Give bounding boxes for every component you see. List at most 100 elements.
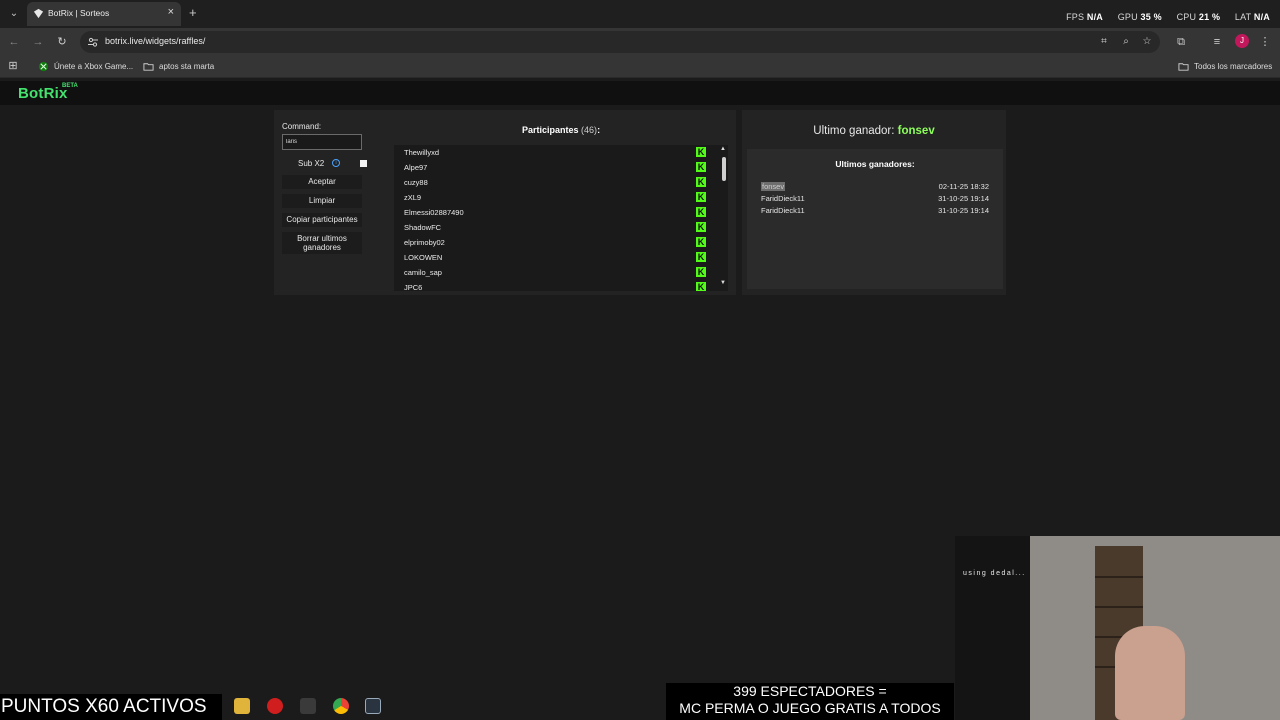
all-bookmarks-label: Todos los marcadores (1194, 62, 1273, 71)
beta-badge: BETA (62, 83, 78, 89)
kick-icon: K (696, 267, 706, 277)
scroll-up-icon[interactable]: ▲ (720, 146, 726, 152)
botrix-logo[interactable]: BotRix (18, 85, 68, 102)
folder-icon (143, 63, 154, 71)
winner-name: FaridDieck11 (761, 194, 805, 203)
site-info-icon[interactable] (87, 36, 99, 48)
zoom-icon[interactable]: ⌕ (1119, 35, 1133, 49)
winner-row: fonsev 02-11-25 18:32 (761, 182, 989, 194)
forward-icon[interactable]: → (30, 34, 46, 50)
participant-row: zXL9 K (404, 190, 710, 205)
last-winner: Ultimo ganador: fonsev (742, 125, 1006, 137)
kick-icon: K (696, 222, 706, 232)
info-icon[interactable]: i (332, 159, 340, 167)
kick-icon: K (696, 162, 706, 172)
participant-row: cuzy88 K (404, 175, 710, 190)
opera-icon[interactable] (267, 698, 283, 714)
points-overlay: PUNTOS X60 ACTIVOS (0, 694, 222, 720)
lat-label: LAT (1234, 12, 1252, 22)
app-header: BotRix BETA (0, 81, 1280, 105)
back-icon[interactable]: ← (6, 34, 22, 50)
participant-row: ShadowFC K (404, 220, 710, 235)
participant-name: ShadowFC (404, 223, 442, 232)
winner-name: fonsev (761, 182, 786, 191)
browser-tab-bar: ⌄ BotRix | Sorteos × + FPS N/A GPU 35 % … (0, 0, 1280, 28)
participants-colon: : (597, 125, 601, 135)
fps-label: FPS (1066, 12, 1085, 22)
participant-name: JPC6 (404, 283, 423, 291)
webcam-chair (1115, 626, 1185, 720)
translate-icon[interactable]: ⌗ (1097, 35, 1111, 49)
folder-icon (1178, 63, 1189, 71)
browser-tab[interactable]: BotRix | Sorteos × (27, 2, 181, 26)
botrix-favicon-icon (33, 8, 44, 19)
tab-search-icon[interactable]: ⌄ (6, 6, 22, 22)
webcam-feed: using dedal... (955, 536, 1280, 720)
scroll-down-icon[interactable]: ▼ (720, 280, 726, 286)
tab-close-icon[interactable]: × (168, 6, 174, 18)
profile-avatar[interactable]: J (1235, 34, 1249, 48)
winner-name: FaridDieck11 (761, 206, 805, 215)
last-winner-label: Ultimo ganador: (813, 125, 895, 137)
viewers-line-2: MC PERMA O JUEGO GRATIS A TODOS (679, 700, 941, 716)
winner-row: FaridDieck11 31-10-25 19:14 (761, 206, 989, 218)
command-label: Command: (282, 122, 322, 131)
participant-name: Alpe97 (404, 163, 428, 172)
kick-icon: K (696, 192, 706, 202)
address-bar[interactable]: botrix.live/widgets/raffles/ ⌗ ⌕ ☆ (80, 31, 1160, 53)
browser-toolbar: ← → ↻ botrix.live/widgets/raffles/ ⌗ ⌕ ☆… (0, 28, 1280, 56)
chrome-icon[interactable] (333, 698, 349, 714)
extensions-icon[interactable]: ⧉ (1173, 34, 1189, 50)
kick-icon: K (696, 237, 706, 247)
participant-name: zXL9 (404, 193, 422, 202)
participant-name: elprimoby02 (404, 238, 445, 247)
winner-date: 31-10-25 19:14 (938, 194, 989, 203)
all-bookmarks[interactable]: Todos los marcadores (1178, 61, 1272, 72)
bookmark-star-icon[interactable]: ☆ (1140, 35, 1154, 49)
participants-title: Participantes (46): (522, 125, 600, 135)
participant-name: camilo_sap (404, 268, 442, 277)
bookmarks-bar: ⊞ Únete a Xbox Game... aptos sta marta T… (0, 56, 1280, 78)
reading-list-icon[interactable]: ≡ (1209, 34, 1225, 50)
gpu-label: GPU (1117, 12, 1138, 22)
raffle-panel: Command: Sub X2 i Aceptar Limpiar Copiar… (274, 110, 736, 295)
accept-button[interactable]: Aceptar (282, 175, 362, 189)
reload-icon[interactable]: ↻ (54, 34, 70, 50)
obs-icon[interactable] (365, 698, 381, 714)
bookmark-label: Únete a Xbox Game... (54, 62, 134, 71)
new-tab-icon[interactable]: + (189, 5, 197, 20)
winners-panel: Ultimo ganador: fonsev Ultimos ganadores… (742, 110, 1006, 295)
url-text: botrix.live/widgets/raffles/ (105, 36, 206, 46)
participant-row: Thewillyxd K (404, 145, 710, 160)
scrollbar-thumb[interactable] (722, 157, 726, 181)
app-icon[interactable] (300, 698, 316, 714)
participant-row: LOKOWEN K (404, 250, 710, 265)
kick-icon: K (696, 177, 706, 187)
kick-icon: K (696, 207, 706, 217)
participant-row: Elmessi02887490 K (404, 205, 710, 220)
bookmark-xbox[interactable]: Únete a Xbox Game... (38, 61, 133, 72)
viewers-line-1: 399 ESPECTADORES = (733, 683, 887, 699)
participant-name: LOKOWEN (404, 253, 443, 262)
file-explorer-icon[interactable] (234, 698, 250, 714)
apps-grid-icon[interactable]: ⊞ (5, 58, 21, 74)
viewers-overlay: 399 ESPECTADORES = MC PERMA O JUEGO GRAT… (666, 683, 954, 720)
participant-name: Elmessi02887490 (404, 208, 464, 217)
participant-row: JPC6 K (404, 280, 710, 291)
performance-overlay: FPS N/A GPU 35 % CPU 21 % LAT N/A (1054, 12, 1270, 22)
webcam-text: using dedal... (963, 570, 1026, 577)
tab-title: BotRix | Sorteos (48, 8, 110, 18)
participants-label: Participantes (522, 125, 579, 135)
cpu-value: 21 % (1198, 12, 1221, 22)
sub-x2-checkbox[interactable] (360, 160, 367, 167)
participants-list[interactable]: Thewillyxd K Alpe97 K cuzy88 K zXL9 K Elmess… (394, 145, 728, 291)
clear-button[interactable]: Limpiar (282, 194, 362, 208)
participant-name: cuzy88 (404, 178, 428, 187)
recent-winners-box: Ultimos ganadores: fonsev 02-11-25 18:32… (747, 149, 1003, 289)
delete-winners-button[interactable]: Borrar ultimos ganadores (282, 232, 362, 254)
copy-participants-button[interactable]: Copiar participantes (282, 213, 362, 227)
menu-icon[interactable]: ⋮ (1257, 34, 1273, 50)
kick-icon: K (696, 252, 706, 262)
command-input[interactable] (282, 134, 362, 150)
bookmark-folder-aptos[interactable]: aptos sta marta (143, 61, 214, 72)
